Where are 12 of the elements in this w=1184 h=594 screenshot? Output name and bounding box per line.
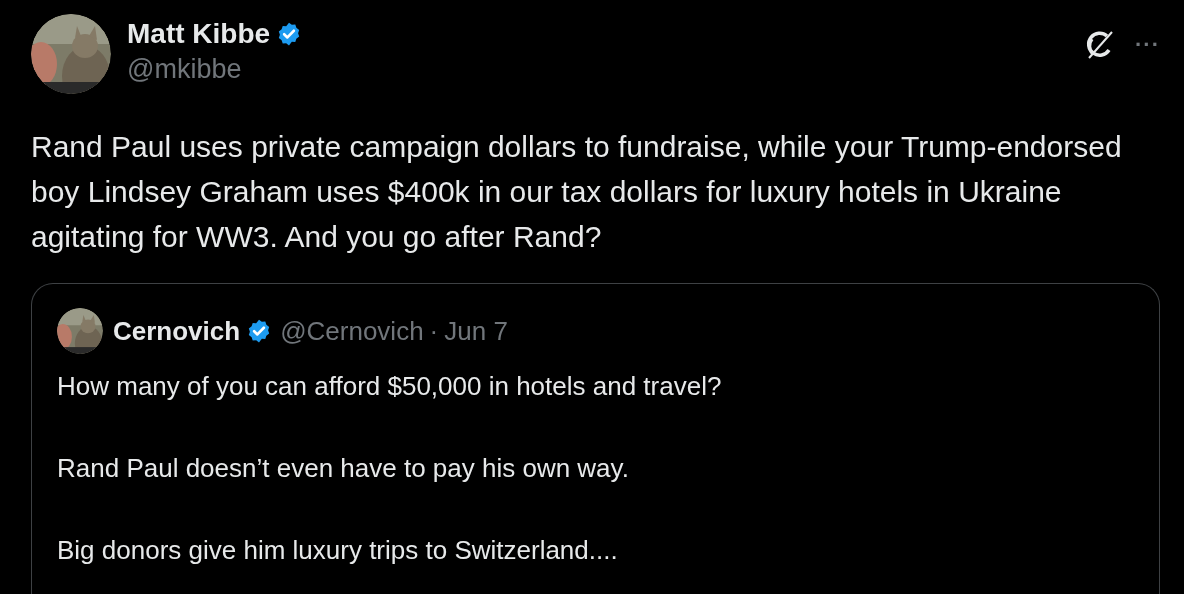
post-text: Rand Paul uses private campaign dollars to fundraise, while your Trump-endorsed boy Lindsey Graham uses $400k in our tax dollars for luxury hotels in Ukraine agitating for WW3. And you go after Rand? <box>31 129 1123 255</box>
author-handle[interactable]: @mkibbe <box>127 52 303 86</box>
quoted-paragraph: How many of you can afford $50,000 in hotels and travel? <box>57 370 723 403</box>
quoted-author-handle: @Cernovich <box>280 314 424 348</box>
post-date: Jun 7 <box>444 314 508 348</box>
quoted-post-card[interactable]: Cernovich @Cernovich · Jun 7 How many of you can afford $50,000 in hotels and travel? Rand Paul doesn’t even have to pay his own way. Big donors give him luxury trips to Switzerland.... <box>31 283 1160 594</box>
quoted-paragraph: Rand Paul doesn’t even have to pay his own way. <box>57 452 630 485</box>
separator-dot: · <box>429 314 439 348</box>
author-name[interactable]: Matt Kibbe <box>127 16 271 52</box>
quoted-paragraph: Big donors give him luxury trips to Switzerland.... <box>57 534 619 567</box>
quoted-author-name: Cernovich <box>113 314 241 348</box>
more-button[interactable]: ··· <box>1135 34 1160 56</box>
